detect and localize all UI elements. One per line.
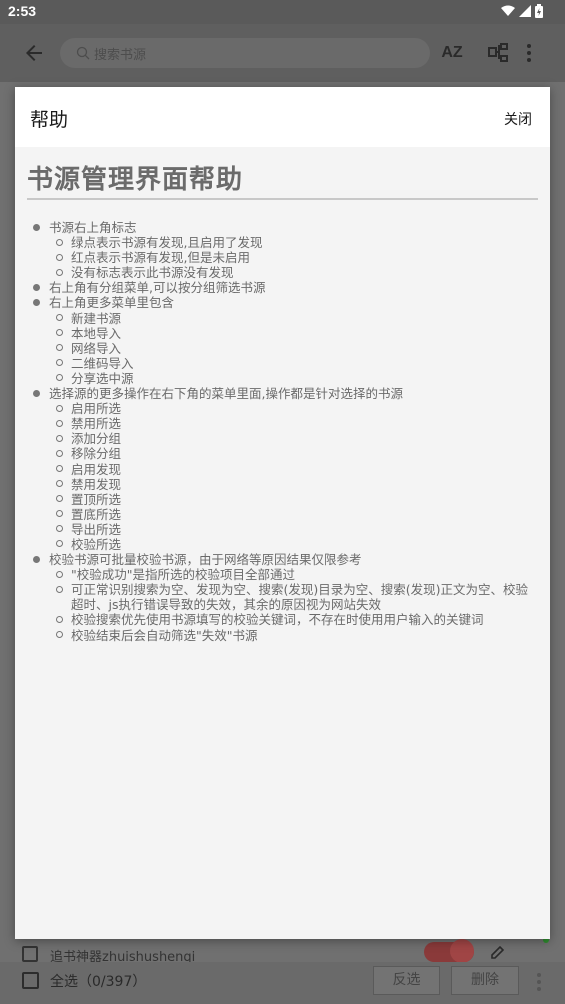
back-arrow-icon[interactable] [22, 41, 46, 65]
help-sub-item: 新建书源 [27, 311, 538, 326]
help-sub-item: 网络导入 [27, 341, 538, 356]
battery-icon [535, 4, 543, 18]
more-vert-icon[interactable] [524, 40, 534, 66]
help-sub-item: 置顶所选 [27, 492, 538, 507]
help-list-item: 校验书源可批量校验书源，由于网络等原因结果仅限参考 [27, 552, 538, 567]
sort-az-label: AZ [441, 44, 463, 61]
help-sub-item: 置底所选 [27, 507, 538, 522]
sort-az-icon[interactable]: AZ [439, 40, 465, 66]
help-sub-item: 校验结束后会自动筛选"失效"书源 [27, 628, 538, 643]
help-dialog: 帮助 关闭 书源管理界面帮助 书源右上角标志 绿点表示书源有发现,且启用了发现 红点… [15, 87, 550, 939]
more-vert-icon[interactable] [534, 970, 544, 994]
help-sub-item: 可正常识别搜索为空、发现为空、搜索(发现)目录为空、搜索(发现)正文为空、校验超… [27, 582, 538, 612]
help-sub-item: 红点表示书源有发现,但是未启用 [27, 250, 538, 265]
search-input[interactable]: 搜索书源 [60, 38, 430, 68]
dialog-header: 帮助 关闭 [15, 87, 550, 147]
help-sub-item: 导出所选 [27, 522, 538, 537]
wifi-icon [501, 5, 515, 16]
bottom-action-bar: 全选（0/397） 反选 删除 [0, 962, 565, 1004]
help-sub-item: 绿点表示书源有发现,且启用了发现 [27, 235, 538, 250]
help-sub-item: 启用发现 [27, 462, 538, 477]
close-button[interactable]: 关闭 [504, 109, 532, 129]
toggle-knob [450, 939, 474, 963]
help-sub-item: 分享选中源 [27, 371, 538, 386]
help-sub-item: 添加分组 [27, 431, 538, 446]
status-bar: 2:53 [0, 0, 565, 24]
help-sub-item: 二维码导入 [27, 356, 538, 371]
help-list-item: 右上角有分组菜单,可以按分组筛选书源 [27, 280, 538, 295]
help-sub-item: "校验成功"是指所选的校验项目全部通过 [27, 567, 538, 582]
help-sub-item: 禁用所选 [27, 416, 538, 431]
app-bar: 搜索书源 AZ [0, 24, 565, 82]
invert-selection-button[interactable]: 反选 [373, 966, 440, 995]
delete-button[interactable]: 删除 [451, 966, 519, 995]
help-sub-item: 校验搜索优先使用书源填写的校验关键词，不存在时使用用户输入的关键词 [27, 612, 538, 627]
help-list-item: 右上角更多菜单里包含 [27, 295, 538, 310]
search-placeholder: 搜索书源 [94, 48, 147, 63]
help-list: 书源右上角标志 绿点表示书源有发现,且启用了发现 红点表示书源有发现,但是未启用 没有… [27, 220, 538, 643]
dialog-title: 帮助 [30, 109, 69, 131]
help-heading: 书源管理界面帮助 [27, 159, 538, 200]
help-sub-item: 移除分组 [27, 446, 538, 461]
signal-icon [519, 5, 531, 17]
search-icon [76, 46, 90, 60]
help-sub-item: 校验所选 [27, 537, 538, 552]
item-checkbox[interactable] [22, 946, 38, 962]
source-list-item[interactable]: 追书神器zhuishushenqi [0, 938, 565, 965]
status-time: 2:53 [8, 3, 37, 19]
edit-icon[interactable] [490, 944, 506, 960]
help-sub-item: 本地导入 [27, 326, 538, 341]
help-sub-item: 启用所选 [27, 401, 538, 416]
select-all-label[interactable]: 全选（0/397） [50, 971, 146, 991]
help-list-item: 书源右上角标志 [27, 220, 538, 235]
help-sub-item: 禁用发现 [27, 477, 538, 492]
help-list-item: 选择源的更多操作在右下角的菜单里面,操作都是针对选择的书源 [27, 386, 538, 401]
help-sub-item: 没有标志表示此书源没有发现 [27, 265, 538, 280]
dialog-body[interactable]: 书源管理界面帮助 书源右上角标志 绿点表示书源有发现,且启用了发现 红点表示书源有发… [15, 147, 550, 939]
select-all-checkbox[interactable] [22, 972, 39, 989]
group-filter-icon[interactable] [486, 40, 512, 66]
status-icons [501, 4, 543, 18]
